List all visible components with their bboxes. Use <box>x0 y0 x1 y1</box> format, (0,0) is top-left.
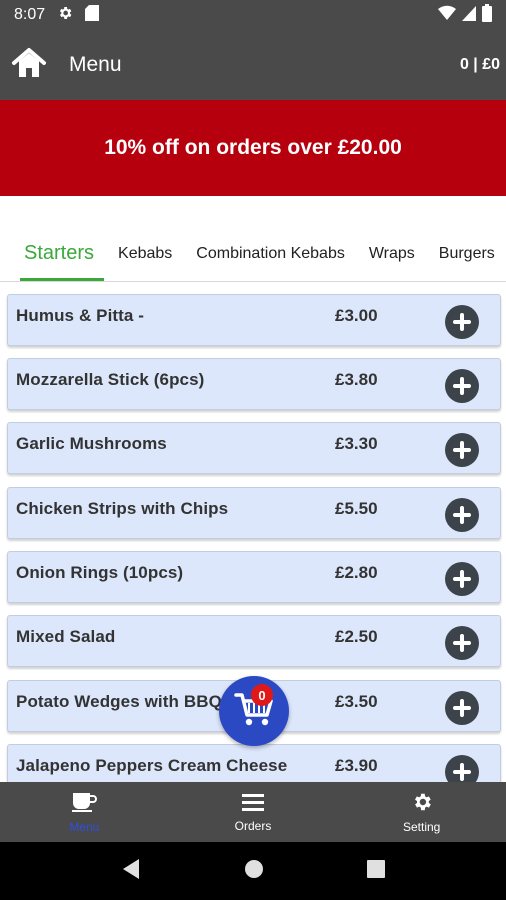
menu-item[interactable]: Chicken Strips with Chips £5.50 <box>7 487 501 539</box>
plus-icon <box>453 634 471 652</box>
list-icon <box>241 792 265 815</box>
menu-item[interactable]: Humus & Pitta - £3.00 <box>7 294 501 346</box>
gear-icon <box>411 791 433 816</box>
signal-icon <box>462 5 476 26</box>
tab-label: Kebabs <box>118 244 173 262</box>
item-name: Garlic Mushrooms <box>16 434 167 453</box>
add-item-button[interactable] <box>445 691 479 725</box>
add-item-button[interactable] <box>445 305 479 339</box>
wifi-icon <box>438 5 456 26</box>
status-time: 8:07 <box>14 6 46 23</box>
home-icon <box>11 47 47 84</box>
app-bar: Menu 0 | £0 <box>0 30 506 100</box>
item-price: £2.80 <box>335 563 378 582</box>
bottom-nav: Menu Orders Setting <box>0 782 506 842</box>
tab-kebabs[interactable]: Kebabs <box>106 226 184 281</box>
item-name: Potato Wedges with BBQ <box>16 692 222 711</box>
menu-item[interactable]: Onion Rings (10pcs) £2.80 <box>7 551 501 603</box>
nav-label: Menu <box>69 819 100 834</box>
nav-label: Setting <box>403 819 441 834</box>
item-name: Onion Rings (10pcs) <box>16 563 184 582</box>
nav-label: Orders <box>234 818 272 833</box>
system-nav-bar <box>0 842 506 900</box>
menu-item[interactable]: Mixed Salad £2.50 <box>7 615 501 667</box>
home-circle-icon[interactable] <box>244 859 264 884</box>
settings-status-icon <box>57 5 73 26</box>
nav-orders[interactable]: Orders <box>169 782 338 842</box>
menu-item[interactable]: Garlic Mushrooms £3.30 <box>7 422 501 474</box>
item-price: £2.50 <box>335 627 378 646</box>
item-name: Jalapeno Peppers Cream Cheese <box>16 756 288 775</box>
category-tabs: Starters Kebabs Combination Kebabs Wraps… <box>0 226 506 282</box>
item-price: £3.50 <box>335 692 378 711</box>
cart-count-badge: 0 <box>251 684 273 706</box>
tab-wraps[interactable]: Wraps <box>357 226 427 281</box>
add-item-button[interactable] <box>445 433 479 467</box>
coffee-cup-icon <box>71 791 98 816</box>
promo-banner: 10% off on orders over £20.00 <box>0 100 506 196</box>
tab-burgers[interactable]: Burgers <box>427 226 506 281</box>
item-price: £5.50 <box>335 499 378 518</box>
item-price: £3.80 <box>335 370 378 389</box>
item-name: Chicken Strips with Chips <box>16 499 229 518</box>
recents-icon[interactable] <box>366 859 385 883</box>
tab-label: Wraps <box>368 244 415 262</box>
cart-fab-button[interactable]: 0 <box>219 676 289 746</box>
sd-card-icon <box>85 4 100 26</box>
item-name: Mixed Salad <box>16 627 116 646</box>
menu-item[interactable]: Jalapeno Peppers Cream Cheese £3.90 <box>7 744 501 782</box>
tab-starters[interactable]: Starters <box>0 226 106 281</box>
tab-label: Burgers <box>438 244 495 262</box>
add-item-button[interactable] <box>445 498 479 532</box>
tab-label: Combination Kebabs <box>196 244 345 262</box>
menu-item[interactable]: Mozzarella Stick (6pcs) £3.80 <box>7 358 501 410</box>
plus-icon <box>453 699 471 717</box>
item-price: £3.00 <box>335 306 378 325</box>
plus-icon <box>453 570 471 588</box>
add-item-button[interactable] <box>445 562 479 596</box>
add-item-button[interactable] <box>445 369 479 403</box>
page-title: Menu <box>69 53 122 76</box>
promo-text: 10% off on orders over £20.00 <box>104 136 402 159</box>
tab-combination-kebabs[interactable]: Combination Kebabs <box>184 226 357 281</box>
plus-icon <box>453 506 471 524</box>
add-item-button[interactable] <box>445 626 479 660</box>
plus-icon <box>453 763 471 781</box>
nav-menu[interactable]: Menu <box>0 782 169 842</box>
item-price: £3.30 <box>335 434 378 453</box>
plus-icon <box>453 441 471 459</box>
status-bar: 8:07 <box>0 0 506 30</box>
back-icon[interactable] <box>121 858 141 885</box>
battery-icon <box>482 3 492 27</box>
item-name: Mozzarella Stick (6pcs) <box>16 370 205 389</box>
tab-label: Starters <box>24 242 95 264</box>
cart-summary[interactable]: 0 | £0 <box>460 56 500 74</box>
plus-icon <box>453 377 471 395</box>
plus-icon <box>453 313 471 331</box>
app-screen: 8:07 Menu 0 | £0 10% off on orders over … <box>0 0 506 900</box>
item-name: Humus & Pitta - <box>16 306 145 325</box>
item-price: £3.90 <box>335 756 378 775</box>
home-button[interactable] <box>4 40 54 90</box>
nav-setting[interactable]: Setting <box>337 782 506 842</box>
add-item-button[interactable] <box>445 755 479 782</box>
